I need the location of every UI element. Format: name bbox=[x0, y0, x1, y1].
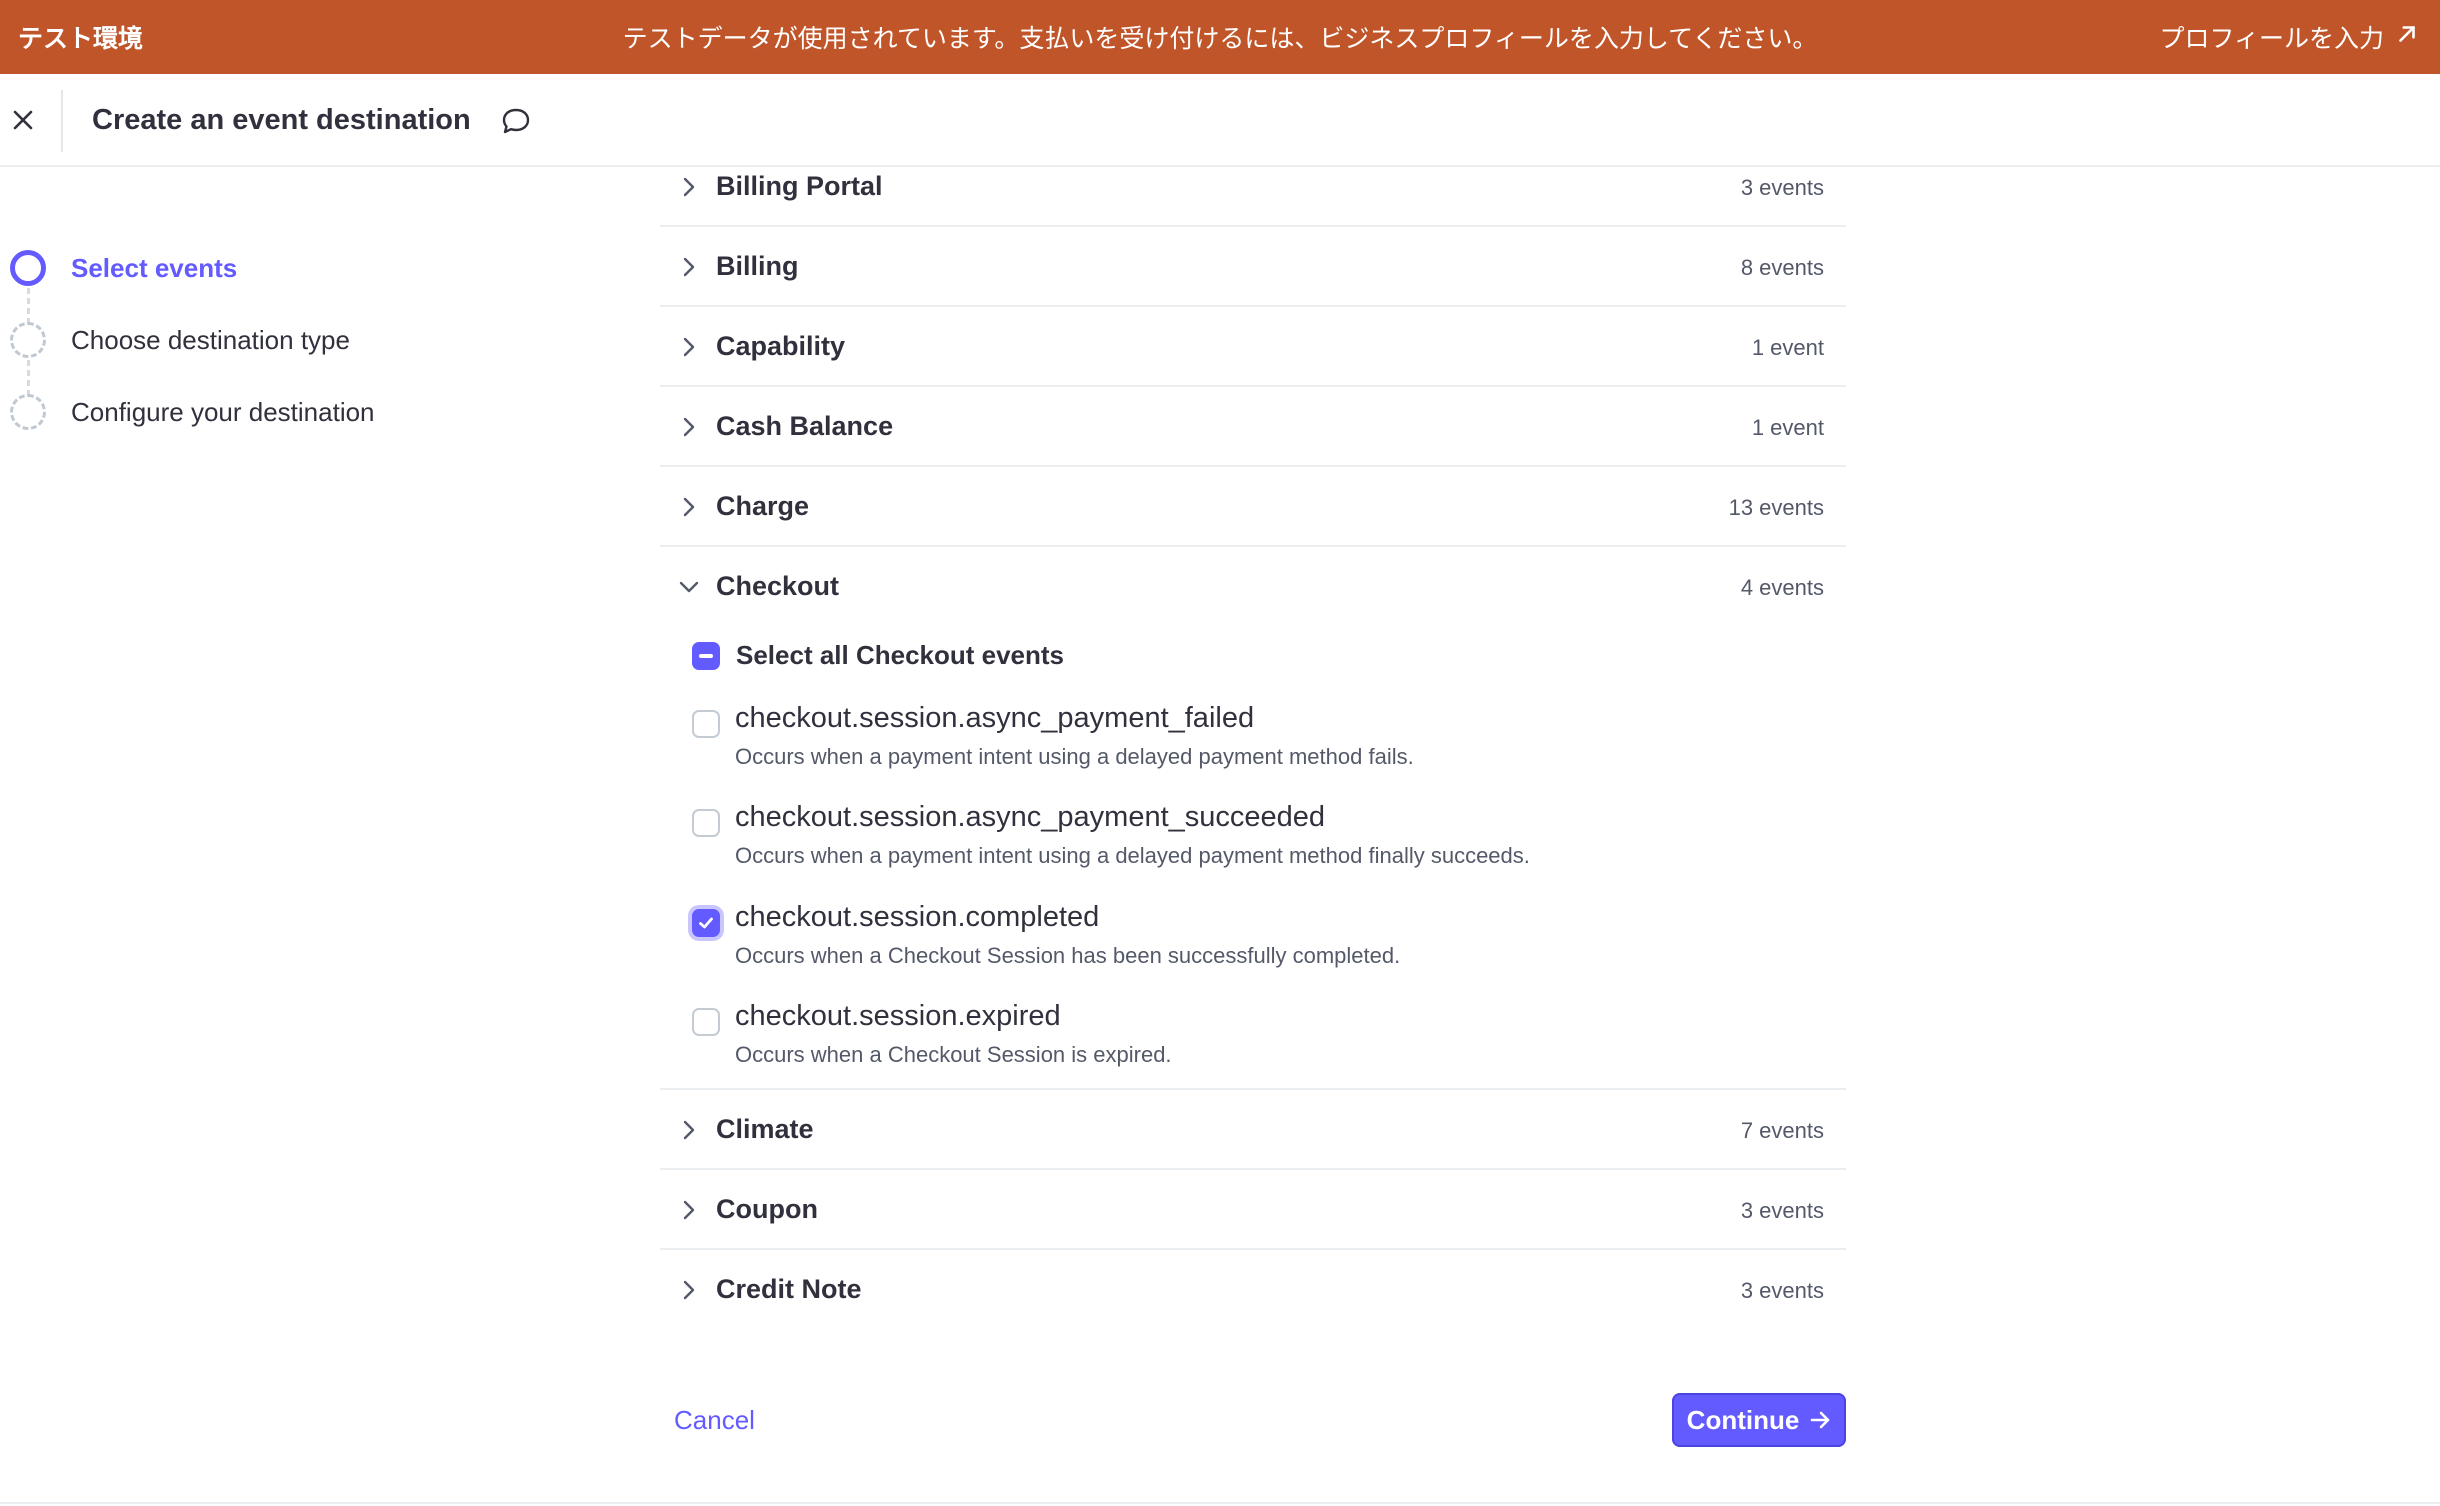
category-event-count: 3 events bbox=[1740, 1198, 1824, 1223]
banner-message: テストデータが使用されています。支払いを受け付けるには、ビジネスプロフィールを入… bbox=[622, 25, 1818, 53]
event-name: checkout.session.async_payment_succeeded bbox=[735, 801, 1326, 833]
test-mode-banner: テスト環境 テストデータが使用されています。支払いを受け付けるには、ビジネスプロ… bbox=[0, 0, 2440, 74]
category-name: Coupon bbox=[716, 1194, 818, 1224]
chevron-right-icon bbox=[678, 335, 700, 359]
category-event-count: 4 events bbox=[1740, 575, 1824, 600]
step-label: Select events bbox=[71, 252, 238, 283]
arrow-up-right-icon bbox=[2394, 21, 2420, 54]
category-row-credit-note[interactable]: Credit Note 3 events bbox=[660, 1250, 1846, 1330]
enter-profile-label: プロフィールを入力 bbox=[2159, 25, 2384, 53]
step-configure-destination: Configure your destination bbox=[10, 394, 375, 430]
chevron-right-icon bbox=[678, 495, 700, 519]
category-name: Billing bbox=[716, 251, 799, 281]
step-label: Configure your destination bbox=[71, 396, 375, 427]
chevron-down-icon[interactable] bbox=[678, 575, 700, 599]
form-actions: Cancel Continue bbox=[660, 1393, 1846, 1449]
category-row-capability[interactable]: Capability 1 event bbox=[660, 307, 1846, 387]
event-option-session-expired[interactable]: checkout.session.expired Occurs when a C… bbox=[692, 1000, 1792, 1090]
category-name: Capability bbox=[716, 331, 846, 361]
category-event-count: 1 event bbox=[1751, 415, 1824, 440]
event-description: Occurs when a Checkout Session is expire… bbox=[735, 1042, 1172, 1067]
category-row-coupon[interactable]: Coupon 3 events bbox=[660, 1170, 1846, 1250]
event-option-session-completed[interactable]: checkout.session.completed Occurs when a… bbox=[692, 901, 1792, 991]
cancel-button[interactable]: Cancel bbox=[674, 1405, 755, 1436]
category-row-climate[interactable]: Climate 7 events bbox=[660, 1090, 1846, 1170]
arrow-right-icon bbox=[1811, 1411, 1830, 1429]
step-pending-indicator bbox=[10, 394, 46, 430]
step-connector bbox=[27, 360, 30, 396]
step-select-events: Select events bbox=[10, 250, 237, 286]
chevron-right-icon bbox=[678, 415, 700, 439]
chevron-right-icon bbox=[678, 255, 700, 279]
feedback-icon[interactable] bbox=[500, 106, 536, 138]
event-description: Occurs when a Checkout Session has been … bbox=[735, 943, 1401, 968]
category-row-billing[interactable]: Billing 8 events bbox=[660, 227, 1846, 307]
step-connector bbox=[27, 288, 30, 324]
category-event-count: 3 events bbox=[1740, 175, 1824, 200]
category-name[interactable]: Checkout bbox=[716, 571, 839, 602]
event-checkbox[interactable] bbox=[692, 809, 720, 837]
event-description: Occurs when a payment intent using a del… bbox=[735, 744, 1414, 769]
category-row-checkout: Checkout 4 events Select all Checkout ev… bbox=[660, 547, 1846, 1090]
category-name: Credit Note bbox=[716, 1274, 862, 1304]
category-name: Climate bbox=[716, 1114, 814, 1144]
continue-label: Continue bbox=[1686, 1404, 1800, 1435]
chevron-right-icon bbox=[678, 1278, 700, 1302]
select-all-checkbox[interactable] bbox=[692, 641, 720, 670]
continue-button[interactable]: Continue bbox=[1672, 1393, 1846, 1447]
step-label: Choose destination type bbox=[71, 324, 350, 355]
enter-profile-link[interactable]: プロフィールを入力 bbox=[2159, 19, 2420, 55]
chevron-right-icon bbox=[678, 1198, 700, 1222]
category-name: Cash Balance bbox=[716, 411, 894, 441]
bottom-divider bbox=[0, 1502, 2440, 1504]
step-pending-indicator bbox=[10, 322, 46, 358]
event-name: checkout.session.expired bbox=[735, 1000, 1061, 1032]
event-name: checkout.session.async_payment_failed bbox=[735, 702, 1255, 734]
category-row-charge[interactable]: Charge 13 events bbox=[660, 467, 1846, 547]
event-checkbox[interactable] bbox=[692, 1008, 720, 1036]
event-option-async-payment-failed[interactable]: checkout.session.async_payment_failed Oc… bbox=[692, 702, 1792, 792]
category-event-count: 7 events bbox=[1740, 1118, 1824, 1143]
event-checkbox[interactable] bbox=[692, 710, 720, 738]
category-event-count: 3 events bbox=[1740, 1278, 1824, 1303]
category-event-count: 8 events bbox=[1740, 255, 1824, 280]
chevron-right-icon bbox=[678, 175, 700, 199]
minus-icon bbox=[699, 653, 713, 658]
step-choose-destination-type: Choose destination type bbox=[10, 322, 350, 358]
select-all-checkout-events[interactable]: Select all Checkout events bbox=[692, 640, 1064, 671]
chevron-right-icon bbox=[678, 1118, 700, 1142]
event-category-list[interactable]: Billing Portal 3 events Billing 8 events… bbox=[660, 167, 1846, 1387]
event-checkbox[interactable] bbox=[692, 909, 720, 937]
event-name: checkout.session.completed bbox=[735, 901, 1100, 933]
select-all-label: Select all Checkout events bbox=[736, 640, 1065, 670]
event-option-async-payment-succeeded[interactable]: checkout.session.async_payment_succeeded… bbox=[692, 801, 1792, 891]
category-event-count: 1 event bbox=[1751, 335, 1824, 360]
category-row-cash-balance[interactable]: Cash Balance 1 event bbox=[660, 387, 1846, 467]
close-icon[interactable] bbox=[6, 100, 40, 140]
header-divider bbox=[61, 90, 63, 152]
page-header: Create an event destination bbox=[0, 74, 2440, 167]
category-name: Charge bbox=[716, 491, 810, 521]
event-description: Occurs when a payment intent using a del… bbox=[735, 843, 1530, 868]
step-active-indicator bbox=[10, 250, 46, 286]
category-name: Billing Portal bbox=[716, 171, 883, 201]
category-event-count: 13 events bbox=[1728, 495, 1824, 520]
checkmark-icon bbox=[699, 917, 713, 929]
category-row-billing-portal[interactable]: Billing Portal 3 events bbox=[660, 167, 1846, 227]
page-title: Create an event destination bbox=[92, 104, 471, 136]
